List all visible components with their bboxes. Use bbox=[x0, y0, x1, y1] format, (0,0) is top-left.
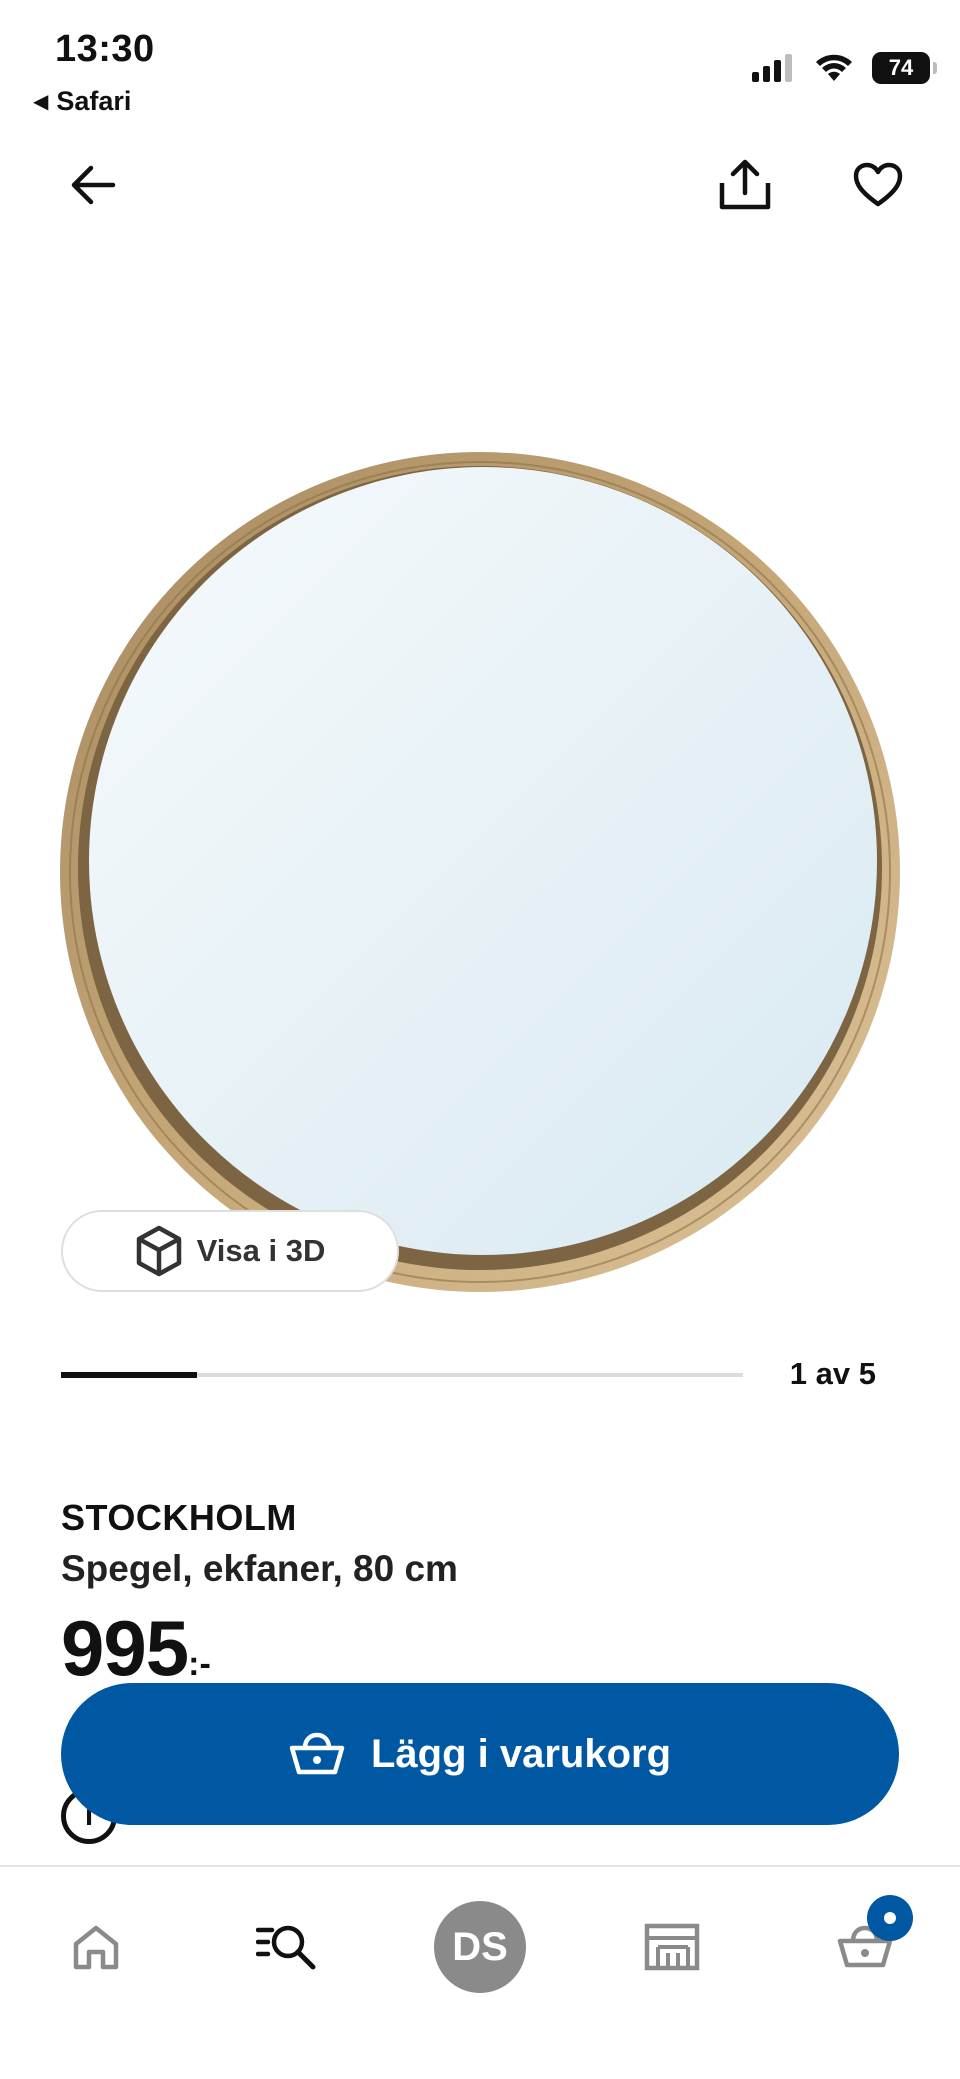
battery-icon: 74 bbox=[872, 52, 937, 84]
add-to-cart-button[interactable]: Lägg i varukorg bbox=[61, 1683, 899, 1825]
back-button[interactable] bbox=[58, 150, 128, 220]
avatar: DS bbox=[434, 1901, 526, 1993]
product-price: 995 :- bbox=[61, 1603, 211, 1694]
tab-profile[interactable]: DS bbox=[430, 1897, 530, 1997]
basket-icon bbox=[289, 1732, 345, 1775]
status-indicators: 74 bbox=[752, 52, 937, 84]
view-in-3d-button[interactable]: Visa i 3D bbox=[61, 1210, 399, 1292]
wifi-icon bbox=[816, 54, 852, 81]
product-name: STOCKHOLM bbox=[61, 1497, 297, 1538]
search-list-icon bbox=[256, 1925, 316, 1970]
gallery-progress bbox=[61, 1372, 743, 1378]
back-to-safari[interactable]: ◀ Safari bbox=[33, 86, 131, 117]
status-time: 13:30 bbox=[55, 28, 155, 70]
tab-search[interactable] bbox=[237, 1897, 337, 1997]
back-triangle-icon: ◀ bbox=[33, 91, 49, 113]
gallery-progress-fill bbox=[61, 1372, 198, 1378]
cube-icon bbox=[136, 1225, 181, 1277]
price-suffix: :- bbox=[188, 1645, 211, 1683]
cart-badge-dot bbox=[884, 1912, 896, 1924]
tab-store[interactable] bbox=[622, 1897, 722, 1997]
gallery-position: 1 av 5 bbox=[789, 1356, 876, 1391]
store-icon bbox=[644, 1923, 700, 1971]
home-icon bbox=[73, 1925, 119, 1970]
view-in-3d-label: Visa i 3D bbox=[196, 1233, 326, 1268]
bottom-tab-bar: DS bbox=[0, 1865, 960, 2079]
price-amount: 995 bbox=[61, 1604, 189, 1692]
share-icon bbox=[719, 159, 771, 210]
share-button[interactable] bbox=[710, 150, 780, 220]
heart-icon bbox=[853, 162, 903, 207]
avatar-initials: DS bbox=[452, 1924, 508, 1969]
cart-badge bbox=[867, 1895, 913, 1941]
signal-icon bbox=[752, 54, 792, 82]
favorite-button[interactable] bbox=[843, 150, 913, 220]
tab-home[interactable] bbox=[46, 1897, 146, 1997]
product-image-mirror[interactable] bbox=[60, 450, 905, 1295]
product-description: Spegel, ekfaner, 80 cm bbox=[61, 1548, 458, 1589]
battery-level: 74 bbox=[888, 55, 914, 80]
add-to-cart-label: Lägg i varukorg bbox=[370, 1731, 672, 1776]
tab-cart[interactable] bbox=[815, 1895, 915, 1997]
arrow-left-icon bbox=[71, 165, 116, 205]
back-app-label: Safari bbox=[56, 86, 132, 116]
